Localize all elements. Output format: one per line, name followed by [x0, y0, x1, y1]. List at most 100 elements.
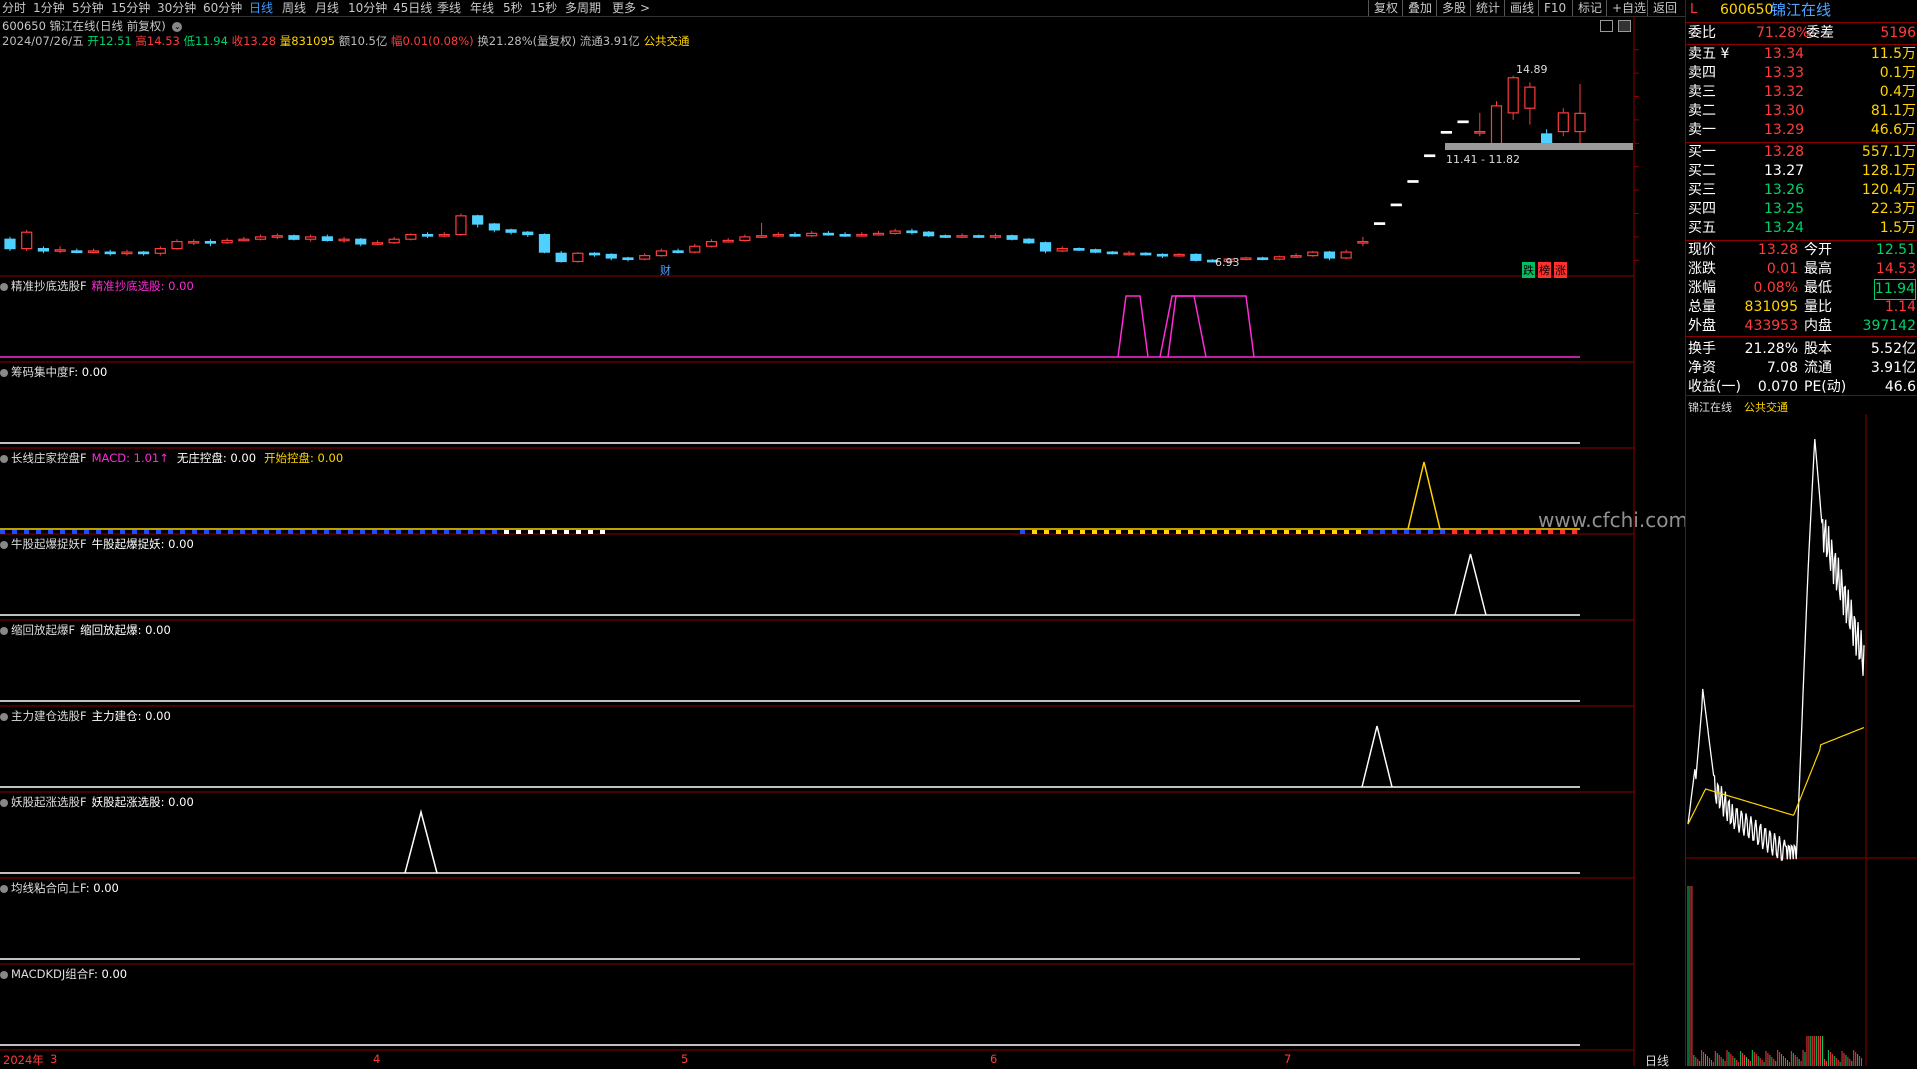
control-marker [1152, 530, 1157, 534]
candle [689, 243, 701, 254]
intraday-price-line [1687, 438, 1865, 861]
control-marker [1488, 530, 1493, 534]
candle [1106, 250, 1118, 255]
indicator-name[interactable]: 筹码集中度F [11, 365, 74, 379]
candle [1357, 236, 1369, 247]
finance-event-marker[interactable]: 财 [660, 262, 671, 278]
indicator-value: : 0.00 [93, 967, 128, 981]
collapse-icon[interactable] [0, 626, 8, 635]
rise-marker[interactable]: 涨 [1554, 262, 1567, 278]
candle [1056, 246, 1068, 253]
candle [789, 232, 801, 237]
indicator-name[interactable]: 缩回放起爆F [11, 623, 75, 637]
level-price: 13.30 [1764, 103, 1805, 119]
control-marker [216, 530, 221, 534]
buy-level-row: 买三 13.26 120.4万 [1686, 181, 1917, 200]
collapse-icon[interactable] [0, 884, 8, 893]
indicator-title-row: 主力建仓选股F 主力建仓: 0.00 [0, 708, 171, 724]
level-volume: 46.6万 [1870, 122, 1916, 138]
stat-label: 外盘 [1688, 318, 1716, 334]
indicator-name[interactable]: 精准抄底选股F [11, 279, 87, 293]
control-marker [1308, 530, 1313, 534]
indicator-name[interactable]: 均线粘合向上F [11, 881, 86, 895]
indicator-name[interactable]: 牛股起爆捉妖F [11, 537, 87, 551]
candle [472, 214, 484, 228]
collapse-icon[interactable] [0, 282, 8, 291]
stat-label: 换手 [1688, 341, 1716, 357]
control-marker [108, 530, 113, 534]
control-marker [540, 530, 545, 534]
control-marker [408, 530, 413, 534]
stat-row: 换手 21.28% 股本 5.52亿 [1686, 340, 1917, 359]
control-marker [204, 530, 209, 534]
candle [1190, 253, 1202, 262]
collapse-icon[interactable] [0, 368, 8, 377]
collapse-icon[interactable] [0, 970, 8, 979]
control-marker [1140, 530, 1145, 534]
control-marker [1512, 530, 1517, 534]
collapse-icon[interactable] [0, 798, 8, 807]
weicha-value: 5196 [1880, 25, 1916, 41]
candle [104, 249, 116, 256]
candle [271, 233, 283, 240]
indicator-name[interactable]: 妖股起涨选股F [11, 795, 87, 809]
control-marker [1176, 530, 1181, 534]
indicator-signal [1407, 461, 1441, 530]
candle [1240, 256, 1252, 261]
control-marker [1020, 530, 1025, 534]
candle [87, 248, 100, 254]
indicator-name[interactable]: 主力建仓选股F [11, 709, 87, 723]
control-marker [252, 530, 257, 534]
candle [973, 234, 985, 239]
control-marker [432, 530, 437, 534]
candle [522, 231, 534, 237]
indicator-title-row: 精准抄底选股F 精准抄底选股: 0.00 [0, 278, 194, 294]
stat-value: 12.51 [1875, 242, 1916, 258]
candle [1290, 253, 1302, 258]
drop-marker[interactable]: 跌 [1522, 262, 1535, 278]
control-marker [36, 530, 41, 534]
range-bar [1445, 143, 1633, 150]
weibi-row: 委比 71.28% 委差 5196 [1686, 24, 1917, 43]
level-price: 13.24 [1764, 220, 1805, 236]
candle [204, 239, 217, 247]
level-price: 13.32 [1764, 84, 1805, 100]
level-price: 13.33 [1764, 65, 1805, 81]
market-flag: L [1690, 2, 1698, 17]
control-marker [516, 530, 521, 534]
control-marker [456, 530, 461, 534]
level-label: 卖四 [1688, 65, 1716, 81]
sell-level-row: 卖二 13.30 81.1万 [1686, 102, 1917, 121]
indicator-name[interactable]: MACDKDJ组合F [11, 967, 94, 981]
candle [989, 233, 1002, 240]
candle [221, 238, 233, 244]
indicator-title-row: 筹码集中度F: 0.00 [0, 364, 107, 380]
indicator-panels [0, 275, 1634, 1046]
control-marker [1476, 530, 1481, 534]
control-marker [300, 530, 305, 534]
stat-label: 涨跌 [1688, 261, 1716, 277]
collapse-icon[interactable] [0, 540, 8, 549]
control-marker [1212, 530, 1217, 534]
indicator-name[interactable]: 长线庄家控盘F [11, 451, 87, 465]
candle [138, 250, 150, 256]
level-price: 13.28 [1764, 144, 1805, 160]
candle [1307, 250, 1319, 257]
stat-value: 0.01 [1766, 261, 1798, 277]
collapse-icon[interactable] [0, 712, 8, 721]
indicator-title-row: 长线庄家控盘F MACD: 1.01↑ 无庄控盘: 0.00 开始控盘: 0.00 [0, 450, 343, 466]
mini-chart-title: 锦江在线 [1688, 401, 1732, 414]
list-marker[interactable]: 榜 [1538, 262, 1551, 278]
collapse-icon[interactable] [0, 454, 8, 463]
level-label: 买四 [1688, 201, 1716, 217]
control-marker [324, 530, 329, 534]
control-marker [1272, 530, 1277, 534]
control-marker [1116, 530, 1121, 534]
control-marker [552, 530, 557, 534]
candle [305, 234, 317, 242]
candle [321, 234, 333, 242]
stat-row: 现价 13.28 今开 12.51 [1686, 241, 1917, 260]
control-marker [1236, 530, 1241, 534]
candle [154, 246, 166, 256]
mini-chart-tag[interactable]: 公共交通 [1744, 399, 1788, 415]
